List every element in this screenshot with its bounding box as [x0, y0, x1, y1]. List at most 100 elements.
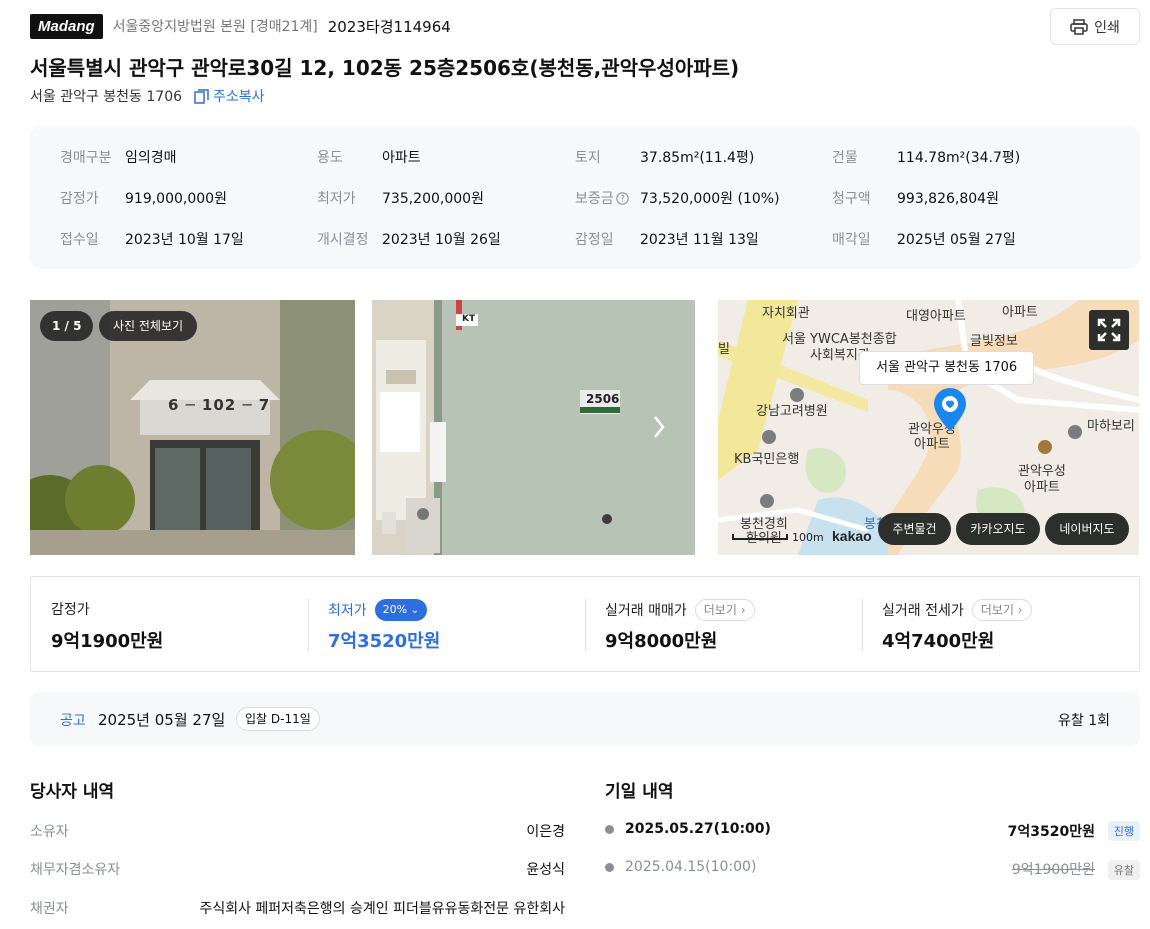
- minimum-value: 735,200,000원: [382, 191, 484, 207]
- map-place: 아파트: [914, 437, 950, 452]
- building-photo[interactable]: 6 ─ 102 ─ 7 1 / 5 사진 전체보기: [30, 300, 355, 555]
- chevron-right-icon: ›: [740, 603, 746, 617]
- trade-summary: 실거래 매매가 더보기 › 9억8000만원: [605, 577, 865, 671]
- court-name: 서울중앙지방법원 본원 [경매21계]: [112, 19, 318, 35]
- status-badge: 유찰: [1107, 860, 1140, 880]
- commence-label: 개시결정: [317, 232, 369, 248]
- party-role: 채권자: [30, 901, 69, 917]
- case-number: 2023타경114964: [327, 17, 451, 36]
- map-place: 아파트: [1002, 305, 1038, 320]
- divider: [862, 599, 863, 651]
- nearby-items-button[interactable]: 주변물건: [878, 513, 951, 545]
- parties-title: 당사자 내역: [30, 782, 115, 802]
- kakao-logo: kakao: [832, 528, 872, 544]
- schedule-date: 2025.04.15(10:00): [625, 859, 757, 875]
- appraisal-summary: 감정가 9억1900만원: [51, 577, 311, 671]
- use-label: 용도: [317, 150, 343, 166]
- party-name: 윤성식: [526, 862, 565, 878]
- trade-summary-amount: 9억8000만원: [605, 631, 718, 652]
- map-place: 아파트: [1024, 480, 1060, 495]
- auction-notice-bar: 공고 2025년 05월 27일 입찰 D-11일 유찰 1회: [30, 692, 1140, 746]
- jeonse-more-label: 더보기: [980, 603, 1014, 617]
- copy-address-label: 주소복사: [213, 89, 265, 105]
- trade-more-label: 더보기: [703, 603, 737, 617]
- question-icon[interactable]: ?: [615, 191, 629, 205]
- use-value: 아파트: [382, 150, 421, 166]
- map-place: 빌: [718, 342, 730, 357]
- double-chevron-down-icon: ⌄: [410, 605, 419, 616]
- minimum-summary-label: 최저가 20% ⌄: [328, 599, 427, 621]
- lot-address: 서울 관악구 봉천동 1706: [30, 89, 183, 105]
- discount-badge-text: 20%: [382, 603, 408, 616]
- kakao-map-button[interactable]: 카카오지도: [956, 513, 1040, 545]
- naver-map-button[interactable]: 네이버지도: [1045, 513, 1129, 545]
- door-photo[interactable]: KT 2506: [372, 300, 695, 555]
- land-value: 37.85m²(11.4평): [640, 150, 755, 166]
- sale-date-label: 매각일: [832, 232, 871, 248]
- party-name: 주식회사 페퍼저축은행의 승계인 피더블유유동화전문 유한회사: [199, 901, 565, 917]
- lot-address-row: 서울 관악구 봉천동 1706 주소복사: [30, 86, 265, 106]
- copy-address-button[interactable]: 주소복사: [194, 86, 265, 106]
- schedule-dot: [605, 825, 614, 834]
- received-label: 접수일: [60, 232, 99, 248]
- door-number: 2506: [586, 392, 620, 406]
- divider: [308, 599, 309, 651]
- map-scale-label: 100m: [792, 531, 824, 544]
- status-badge: 진행: [1107, 821, 1140, 841]
- discount-badge: 20% ⌄: [374, 599, 427, 621]
- trade-summary-label-text: 실거래 매매가: [605, 603, 687, 619]
- jeonse-more-button[interactable]: 더보기 ›: [971, 599, 1032, 621]
- map-place: 글빛정보: [970, 334, 1018, 349]
- failed-count: 유찰 1회: [1058, 713, 1110, 729]
- printer-icon: [1070, 18, 1088, 35]
- next-photo-arrow-icon[interactable]: [642, 408, 678, 448]
- view-all-photos-button[interactable]: 사진 전체보기: [99, 311, 198, 341]
- building-label: 건물: [832, 150, 858, 166]
- clinic-icon: [760, 494, 774, 508]
- dday-badge: 입찰 D-11일: [236, 707, 320, 731]
- case-header: Madang 서울중앙지방법원 본원 [경매21계] 2023타경114964: [30, 13, 451, 39]
- appraisal-summary-amount: 9억1900만원: [51, 631, 164, 652]
- map-place: 자치회관: [762, 306, 810, 321]
- schedule-price: 9억1900만원: [1011, 862, 1095, 878]
- minimum-summary-label-text: 최저가: [328, 603, 367, 619]
- property-address: 서울특별시 관악구 관악로30길 12, 102동 25층2506호(봉천동,관…: [30, 56, 740, 80]
- schedule-price: 7억3520만원: [1007, 824, 1095, 840]
- party-role: 채무자겸소유자: [30, 862, 121, 878]
- schedule-title: 기일 내역: [605, 782, 674, 802]
- map-scale-bar: [732, 534, 788, 540]
- photo-counter: 1 / 5: [40, 311, 94, 341]
- temple-icon: [1068, 425, 1082, 439]
- claim-label: 청구액: [832, 191, 871, 207]
- appraised-date-value: 2023년 11월 13일: [640, 232, 759, 248]
- commence-value: 2023년 10월 26일: [382, 232, 501, 248]
- copy-icon: [194, 88, 209, 104]
- fullscreen-button[interactable]: [1089, 310, 1129, 350]
- trade-more-button[interactable]: 더보기 ›: [694, 599, 755, 621]
- appraisal-value: 919,000,000원: [125, 191, 227, 207]
- party-name: 이은경: [526, 824, 565, 840]
- minimum-summary-amount: 7억3520만원: [328, 631, 441, 652]
- auction-type-value: 임의경매: [125, 150, 177, 166]
- location-pin-icon: [934, 388, 966, 431]
- building-sign: 6 ─ 102 ─ 7: [168, 396, 271, 414]
- map-place: KB국민은행: [734, 452, 800, 467]
- party-role: 소유자: [30, 824, 69, 840]
- notice-date: 2025년 05월 27일: [98, 711, 226, 729]
- appraisal-summary-label: 감정가: [51, 599, 90, 619]
- expand-icon: [1097, 318, 1121, 342]
- jeonse-summary: 실거래 전세가 더보기 › 4억7400만원: [882, 577, 1132, 671]
- svg-text:?: ?: [620, 194, 625, 204]
- deposit-value: 73,520,000원 (10%): [640, 191, 780, 207]
- auction-info-panel: 경매구분 임의경매 용도 아파트 토지 37.85m²(11.4평) 건물 11…: [30, 126, 1140, 269]
- print-button[interactable]: 인쇄: [1050, 8, 1140, 45]
- claim-value: 993,826,804원: [897, 191, 999, 207]
- appraisal-summary-label-text: 감정가: [51, 602, 90, 618]
- minimum-summary: 최저가 20% ⌄ 7억3520만원: [328, 577, 588, 671]
- appraised-date-label: 감정일: [575, 232, 614, 248]
- madang-logo[interactable]: Madang: [30, 13, 103, 39]
- deposit-label-group: 보증금 ?: [575, 188, 629, 208]
- auction-type-label: 경매구분: [60, 150, 112, 166]
- map-place: 강남고려병원: [756, 404, 828, 419]
- print-label: 인쇄: [1094, 19, 1120, 36]
